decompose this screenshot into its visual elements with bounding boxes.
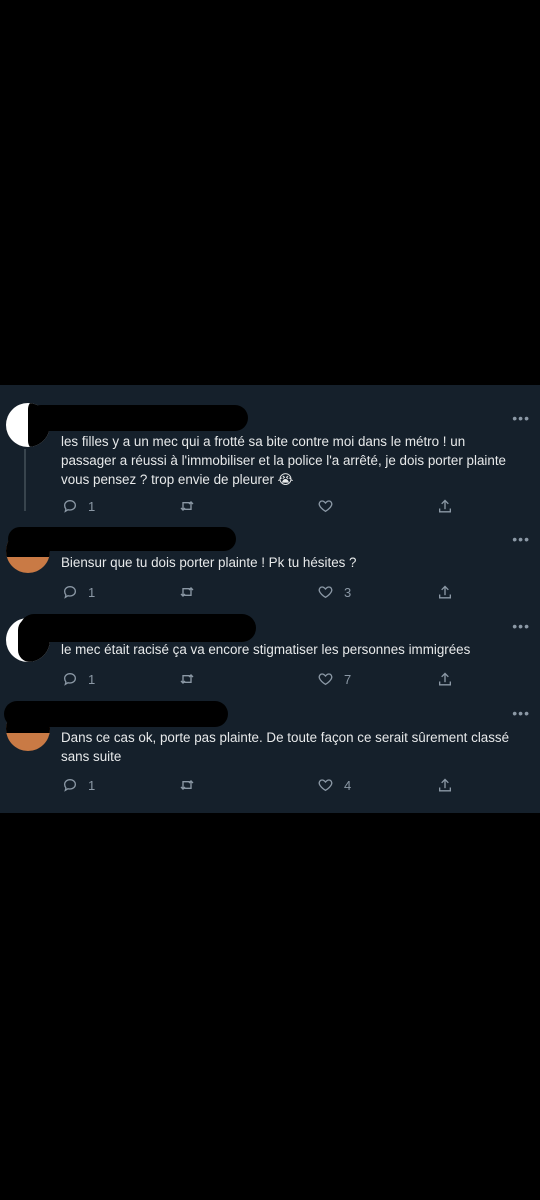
share-icon [439, 672, 451, 685]
heart-icon [318, 500, 333, 513]
reply-button[interactable]: 1 [62, 581, 95, 603]
share-button[interactable] [437, 774, 453, 796]
tweet-text: le mec était racisé ça va encore stigmat… [61, 640, 523, 659]
share-icon [439, 778, 451, 791]
like-button[interactable]: 4 [317, 774, 351, 796]
tweet-thread: ••• les filles y a un mec qui a frotté s… [0, 385, 540, 813]
like-count: 4 [344, 777, 352, 793]
more-options-icon[interactable]: ••• [512, 619, 530, 633]
reply-count: 1 [88, 777, 96, 793]
tweet-actions: 1 3 [0, 581, 540, 603]
tweet-text-line: passager a réussi à l'immobiliser et la … [61, 453, 506, 468]
reply-icon [63, 499, 77, 513]
like-button[interactable]: 3 [317, 581, 351, 603]
reply-icon [63, 585, 77, 599]
tweet-actions: 1 [0, 495, 540, 517]
share-icon [439, 499, 451, 512]
tweet-actions: 1 4 [0, 774, 540, 796]
share-button[interactable] [437, 668, 453, 690]
tweet-text: Dans ce cas ok, porte pas plainte. De to… [61, 728, 523, 766]
tweet-text-line: Biensur que tu dois porter plainte ! Pk … [61, 555, 357, 570]
heart-icon [318, 779, 333, 792]
tweet[interactable]: ••• Dans ce cas ok, porte pas plainte. D… [0, 699, 540, 813]
screenshot-page: ••• les filles y a un mec qui a frotté s… [0, 0, 540, 1200]
tweet-text-line: les filles y a un mec qui a frotté sa bi… [61, 434, 466, 449]
reply-button[interactable]: 1 [62, 774, 95, 796]
username-redaction [8, 527, 236, 551]
tweet[interactable]: ••• Biensur que tu dois porter plainte !… [0, 525, 540, 612]
username-redaction [28, 405, 248, 431]
heart-icon [318, 586, 333, 599]
retweet-icon [180, 780, 194, 790]
username-redaction [20, 614, 256, 642]
retweet-button[interactable] [178, 668, 206, 690]
more-options-icon[interactable]: ••• [512, 706, 530, 720]
username-redaction [4, 701, 228, 727]
tweet-text: les filles y a un mec qui a frotté sa bi… [61, 432, 523, 489]
retweet-icon [180, 501, 194, 511]
tweet-text-line: le mec était racisé ça va encore stigmat… [61, 642, 471, 657]
tweet[interactable]: ••• le mec était racisé ça va encore sti… [0, 612, 540, 699]
tweet-text-line: Dans ce cas ok, porte pas plainte. De to… [61, 730, 510, 745]
retweet-icon [180, 674, 194, 684]
retweet-button[interactable] [178, 774, 206, 796]
share-button[interactable] [437, 495, 453, 517]
share-button[interactable] [437, 581, 453, 603]
like-count: 3 [344, 584, 352, 600]
reply-count: 1 [88, 498, 96, 514]
heart-icon [318, 673, 333, 686]
reply-count: 1 [88, 671, 96, 687]
retweet-button[interactable] [178, 581, 206, 603]
share-icon [439, 585, 451, 598]
reply-button[interactable]: 1 [62, 668, 95, 690]
retweet-button[interactable] [178, 495, 206, 517]
more-options-icon[interactable]: ••• [512, 411, 530, 425]
retweet-icon [180, 587, 194, 597]
tweet-text-line: sans suite [61, 749, 122, 764]
tweet[interactable]: ••• les filles y a un mec qui a frotté s… [0, 385, 540, 525]
more-options-icon[interactable]: ••• [512, 532, 530, 546]
reply-button[interactable]: 1 [62, 495, 95, 517]
tweet-text: Biensur que tu dois porter plainte ! Pk … [61, 553, 523, 572]
like-button[interactable]: 7 [317, 668, 351, 690]
reply-count: 1 [88, 584, 96, 600]
like-count: 7 [344, 671, 352, 687]
reply-icon [63, 778, 77, 792]
tweet-text-line: vous pensez ? trop envie de pleurer 😭 [61, 472, 294, 487]
tweet-actions: 1 7 [0, 668, 540, 690]
reply-icon [63, 672, 77, 686]
like-button[interactable] [317, 495, 344, 517]
